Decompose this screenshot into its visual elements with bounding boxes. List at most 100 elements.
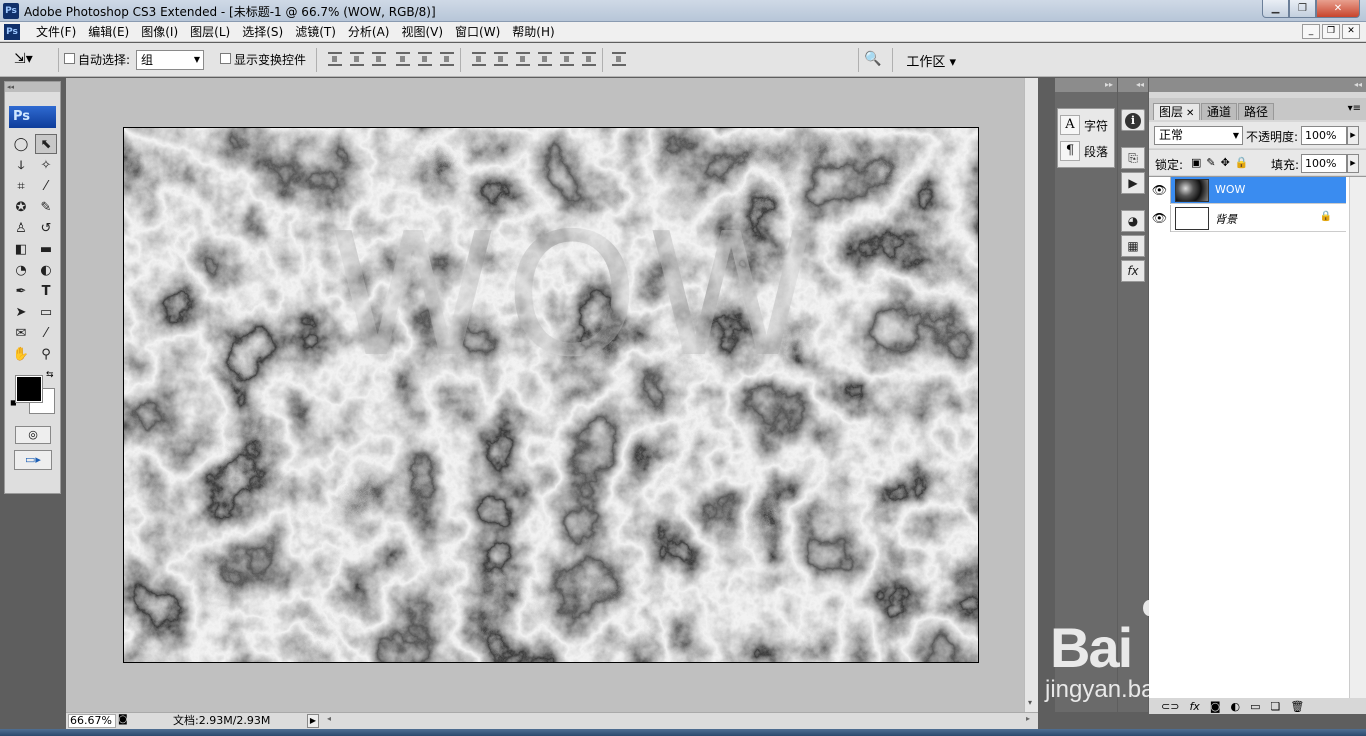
show-transform-checkbox[interactable] — [220, 53, 231, 64]
layer-row-wow[interactable]: 👁 WOW — [1149, 177, 1346, 204]
layer-mask-icon[interactable]: ◙ — [1210, 700, 1221, 713]
menu-select[interactable]: 选择(S) — [236, 24, 289, 40]
character-panel-button[interactable]: A 字符 — [1060, 112, 1112, 138]
menu-filter[interactable]: 滤镜(T) — [289, 24, 342, 40]
opacity-input[interactable]: 100% — [1301, 126, 1347, 145]
menu-window[interactable]: 窗口(W) — [449, 24, 506, 40]
dock-grip[interactable]: ◂◂ — [1149, 78, 1366, 92]
type-tool-icon[interactable]: T — [35, 281, 57, 301]
doc-close-button[interactable]: ✕ — [1342, 24, 1360, 39]
crop-tool-icon[interactable]: ⌗ — [10, 176, 32, 196]
slice-tool-icon[interactable]: ⁄ — [35, 176, 57, 196]
distribute-hcenter-icon[interactable] — [560, 52, 574, 66]
clone-stamp-tool-icon[interactable]: ♙ — [10, 218, 32, 238]
menu-analysis[interactable]: 分析(A) — [342, 24, 396, 40]
minimize-button[interactable]: ▁ — [1262, 0, 1289, 18]
link-layers-icon[interactable]: ⊂⊃ — [1161, 700, 1179, 713]
info-panel-button[interactable]: i — [1121, 109, 1145, 131]
swatches-panel-button[interactable]: ▦ — [1121, 235, 1145, 257]
visibility-eye-icon[interactable]: 👁 — [1149, 205, 1171, 232]
visibility-eye-icon[interactable]: 👁 — [1149, 177, 1171, 204]
distribute-left-icon[interactable] — [538, 52, 552, 66]
panel-menu-icon[interactable]: ▾≡ — [1348, 103, 1361, 114]
hand-tool-icon[interactable]: ✋ — [10, 344, 32, 364]
screen-mode-button[interactable]: ▭▸ — [14, 450, 52, 470]
tab-paths[interactable]: 路径 — [1238, 103, 1275, 120]
tab-layers[interactable]: 图层 ✕ — [1153, 103, 1201, 120]
path-selection-tool-icon[interactable]: ➤ — [10, 302, 32, 322]
zoom-tool-icon[interactable]: ⚲ — [35, 344, 57, 364]
align-bottom-icon[interactable] — [372, 52, 386, 66]
paragraph-panel-button[interactable]: ¶ 段落 — [1060, 138, 1112, 164]
dock-grip[interactable]: ◂◂ — [1118, 78, 1148, 92]
workspace-menu[interactable]: 工作区 ▾ — [906, 51, 956, 70]
healing-brush-tool-icon[interactable]: ✪ — [10, 197, 32, 217]
menu-image[interactable]: 图像(I) — [135, 24, 184, 40]
layers-scrollbar[interactable] — [1349, 177, 1366, 701]
doc-restore-button[interactable]: ❐ — [1322, 24, 1340, 39]
blend-mode-dropdown[interactable]: 正常 ▼ — [1154, 126, 1243, 145]
close-icon[interactable]: ✕ — [1186, 108, 1194, 119]
distribute-right-icon[interactable] — [582, 52, 596, 66]
align-hcenter-icon[interactable] — [418, 52, 432, 66]
distribute-vcenter-icon[interactable] — [494, 52, 508, 66]
menu-help[interactable]: 帮助(H) — [506, 24, 560, 40]
brush-tool-icon[interactable]: ✎ — [35, 197, 57, 217]
close-button[interactable]: ✕ — [1316, 0, 1360, 18]
lasso-tool-icon[interactable]: ↆ — [10, 155, 32, 175]
eyedropper-tool-icon[interactable]: ⁄ — [35, 323, 57, 343]
menu-layer[interactable]: 图层(L) — [184, 24, 236, 40]
zoom-preview-icon[interactable]: ◙ — [118, 714, 128, 725]
color-panel-button[interactable]: ◕ — [1121, 210, 1145, 232]
fill-slider-button[interactable]: ▶ — [1347, 154, 1359, 173]
menu-file[interactable]: 文件(F) — [30, 24, 82, 40]
quick-mask-button[interactable]: ◎ — [15, 426, 51, 444]
actions-panel-button[interactable]: ▶ — [1121, 172, 1145, 194]
opacity-slider-button[interactable]: ▶ — [1347, 126, 1359, 145]
history-brush-tool-icon[interactable]: ↺ — [35, 218, 57, 238]
new-layer-icon[interactable]: ❏ — [1271, 700, 1281, 713]
lock-all-icon[interactable]: 🔒 — [1235, 156, 1249, 169]
dodge-tool-icon[interactable]: ◐ — [35, 260, 57, 280]
notes-tool-icon[interactable]: ✉ — [10, 323, 32, 343]
new-group-icon[interactable]: ▭ — [1250, 700, 1260, 713]
magic-wand-tool-icon[interactable]: ✧ — [35, 155, 57, 175]
layer-row-background[interactable]: 👁 背景 🔒 — [1149, 205, 1346, 232]
maximize-button[interactable]: ❐ — [1289, 0, 1316, 18]
layer-name[interactable]: 背景 — [1215, 211, 1237, 227]
fill-input[interactable]: 100% — [1301, 154, 1347, 173]
zoom-field[interactable]: 66.67% — [68, 714, 116, 728]
pen-tool-icon[interactable]: ✒ — [10, 281, 32, 301]
shape-tool-icon[interactable]: ▭ — [35, 302, 57, 322]
blur-tool-icon[interactable]: ◔ — [10, 260, 32, 280]
move-tool-preset-icon[interactable]: ⇲▾ — [14, 51, 33, 67]
align-right-icon[interactable] — [440, 52, 454, 66]
tab-channels[interactable]: 通道 — [1201, 103, 1238, 120]
scroll-down-icon[interactable]: ▾ — [1028, 698, 1032, 707]
scroll-left-icon[interactable]: ◂ — [327, 714, 331, 723]
styles-panel-button[interactable]: fx — [1121, 260, 1145, 282]
layer-style-icon[interactable]: fx — [1189, 700, 1199, 713]
dock-grip[interactable]: ▸▸ — [1055, 78, 1117, 92]
lock-transparency-icon[interactable]: ▣ — [1191, 156, 1201, 169]
delete-layer-icon[interactable]: 🗑 — [1290, 700, 1304, 713]
distribute-bottom-icon[interactable] — [516, 52, 530, 66]
foreground-color-swatch[interactable] — [15, 375, 43, 403]
doc-minimize-button[interactable]: _ — [1302, 24, 1320, 39]
menu-view[interactable]: 视图(V) — [395, 24, 449, 40]
toolbox-grip[interactable]: ◂◂ — [5, 82, 60, 92]
align-vcenter-icon[interactable] — [350, 52, 364, 66]
menu-app-icon[interactable]: Ps — [4, 24, 20, 40]
lock-position-icon[interactable]: ✥ — [1221, 156, 1230, 169]
vertical-scrollbar[interactable]: ▾ — [1024, 78, 1038, 712]
bridge-icon[interactable]: 🔍 — [864, 51, 881, 67]
gradient-tool-icon[interactable]: ▬ — [35, 239, 57, 259]
auto-select-checkbox[interactable] — [64, 53, 75, 64]
image-canvas[interactable]: WOW — [123, 127, 979, 663]
marquee-tool-icon[interactable]: ◯ — [10, 134, 32, 154]
adjustment-layer-icon[interactable]: ◐ — [1231, 700, 1241, 713]
lock-pixels-icon[interactable]: ✎ — [1206, 156, 1215, 169]
layer-name[interactable]: WOW — [1215, 183, 1245, 196]
distribute-top-icon[interactable] — [472, 52, 486, 66]
history-panel-button[interactable]: ⎘ — [1121, 147, 1145, 169]
